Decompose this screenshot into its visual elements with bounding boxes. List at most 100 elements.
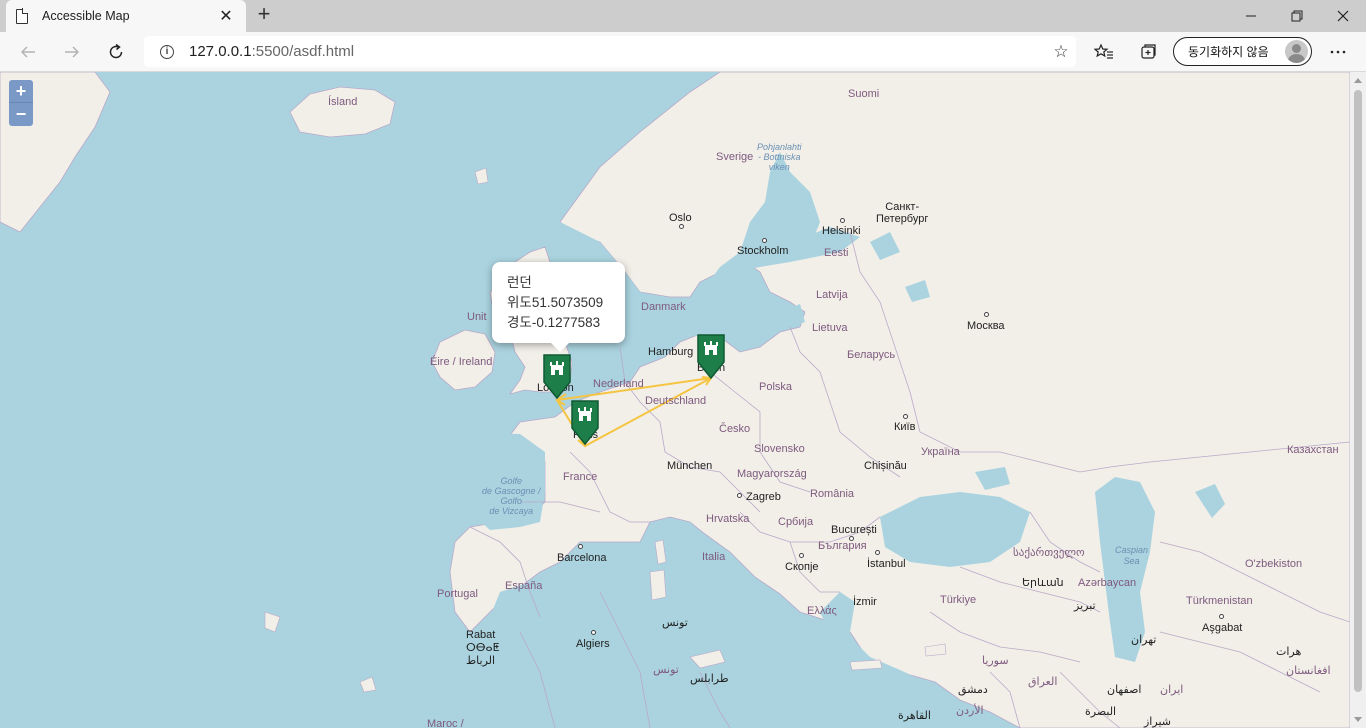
- label-rabat: Rabat ⵔⴱⴰⵟ الرباط: [466, 629, 500, 667]
- label-romania: România: [810, 488, 855, 500]
- city-dot: [591, 630, 596, 635]
- scrollbar-thumb[interactable]: [1354, 90, 1362, 692]
- back-arrow-icon: [20, 46, 35, 58]
- label-caspian: Caspian Sea: [1115, 545, 1149, 566]
- label-sverige: Sverige: [716, 151, 754, 163]
- vertical-scrollbar[interactable]: [1350, 72, 1366, 728]
- label-munchen: München: [667, 460, 713, 472]
- label-tunis2: تونس: [653, 664, 679, 676]
- city-dot: [762, 238, 767, 243]
- minimize-icon: [1246, 15, 1256, 17]
- new-tab-button[interactable]: +: [252, 3, 276, 27]
- label-maroc: Maroc /: [427, 718, 464, 728]
- city-dot: [840, 218, 845, 223]
- restore-button[interactable]: [1274, 0, 1320, 32]
- page-icon: [16, 8, 29, 24]
- label-magyar: Magyarország: [737, 468, 807, 480]
- url-host: 127.0.0.1: [189, 43, 252, 60]
- tab-close-icon[interactable]: ✕: [216, 6, 236, 26]
- label-srbija: Србија: [778, 516, 814, 528]
- label-algiers: Algiers: [576, 638, 610, 650]
- scroll-down-arrow-icon[interactable]: [1354, 717, 1362, 722]
- avatar: [1285, 40, 1308, 63]
- label-istanbul: İstanbul: [867, 558, 906, 570]
- label-tripoli: طرابلس: [690, 673, 729, 685]
- collections-icon: [1141, 44, 1156, 59]
- city-dot: [679, 224, 684, 229]
- scroll-up-arrow-icon[interactable]: [1354, 78, 1362, 83]
- collections-button[interactable]: [1132, 36, 1164, 68]
- label-cairo: القاهرة: [898, 710, 931, 722]
- label-lietuva: Lietuva: [812, 322, 848, 334]
- favorite-star-icon[interactable]: ☆: [1046, 42, 1076, 62]
- url-text[interactable]: 127.0.0.1:5500/asdf.html: [189, 43, 1046, 60]
- label-azerbaycan: Azərbaycan: [1078, 577, 1137, 589]
- popup-place-name: 런던: [507, 275, 532, 290]
- city-dot: [1219, 614, 1224, 619]
- label-oslo: Oslo: [669, 212, 692, 224]
- favorites-list-icon: [1094, 43, 1113, 59]
- label-stockholm: Stockholm: [737, 245, 789, 257]
- label-deutschland: Deutschland: [645, 395, 707, 407]
- marker-berlin[interactable]: [695, 332, 727, 382]
- label-iran: ایران: [1160, 684, 1184, 696]
- label-herat: هرات: [1276, 646, 1302, 658]
- settings-more-button[interactable]: [1322, 36, 1354, 68]
- tab-strip: Accessible Map ✕ +: [0, 0, 1366, 32]
- label-hrvatska: Hrvatska: [706, 513, 750, 525]
- label-eesti: Eesti: [824, 247, 849, 259]
- label-barcelona: Barcelona: [557, 552, 607, 564]
- profile-sync-button[interactable]: 동기화하지 않음: [1173, 37, 1312, 66]
- popup-latitude: 위도51.5073509: [507, 295, 604, 310]
- label-golfe: Golfe de Gascogne / Golfo de Vizcaya: [482, 476, 541, 516]
- city-dot: [578, 544, 583, 549]
- label-tehran: تهران: [1131, 634, 1157, 646]
- label-belarus: Беларусь: [847, 349, 896, 361]
- marker-london[interactable]: [541, 352, 573, 402]
- window-close-button[interactable]: [1320, 0, 1366, 32]
- label-island: Ísland: [328, 96, 358, 108]
- label-eire: Éire / Ireland: [430, 356, 493, 368]
- label-bulgaria: България: [818, 540, 867, 552]
- label-portugal: Portugal: [437, 588, 478, 600]
- label-skopje: Скопје: [785, 561, 819, 573]
- label-latvija: Latvija: [816, 289, 848, 301]
- label-spb: Санкт- Петербург: [876, 201, 929, 225]
- label-danmark: Danmark: [641, 301, 686, 313]
- forward-button[interactable]: [56, 36, 88, 68]
- label-helsinki: Helsinki: [822, 225, 861, 237]
- refresh-icon: [109, 43, 123, 59]
- refresh-button[interactable]: [100, 36, 132, 68]
- label-iraq: العراق: [1028, 676, 1058, 688]
- label-esfahan: اصفهان: [1107, 684, 1142, 696]
- label-slovensko: Slovensko: [754, 443, 805, 455]
- label-france: France: [563, 471, 598, 483]
- label-espana: España: [505, 580, 543, 592]
- label-alquds: الأردن: [956, 705, 984, 717]
- site-info-icon[interactable]: i: [160, 44, 174, 59]
- label-shiraz: شیراز: [1144, 716, 1171, 728]
- more-dots-icon: [1330, 50, 1346, 54]
- label-ashgabat: Aşgabat: [1202, 622, 1243, 634]
- label-ukraina: Україна: [921, 446, 960, 458]
- label-italia: Italia: [702, 551, 726, 563]
- label-tunis: تونس: [662, 617, 688, 629]
- city-dot: [875, 550, 880, 555]
- marker-popup: 런던 위도51.5073509 경도-0.1277583: [492, 262, 625, 352]
- marker-paris[interactable]: [569, 398, 601, 448]
- zoom-out-button[interactable]: −: [9, 103, 33, 126]
- label-bucuresti: București: [831, 524, 877, 536]
- label-united: Unit: [467, 311, 487, 323]
- label-kazakhstan: Казахстан: [1287, 444, 1339, 456]
- address-bar[interactable]: i 127.0.0.1:5500/asdf.html ☆: [144, 36, 1076, 67]
- tab-accessible-map[interactable]: Accessible Map ✕: [6, 0, 246, 32]
- label-tbriz: تبریز: [1074, 600, 1096, 612]
- zoom-in-button[interactable]: +: [9, 80, 33, 103]
- back-button[interactable]: [12, 36, 44, 68]
- restore-icon: [1291, 10, 1303, 22]
- map-canvas[interactable]: Ísland Suomi Sverige Pohjanlahti - Bottn…: [0, 72, 1350, 728]
- minimize-button[interactable]: [1228, 0, 1274, 32]
- favorites-button[interactable]: [1088, 36, 1120, 68]
- label-kyiv: Київ: [894, 421, 916, 433]
- label-turkiye: Türkiye: [940, 594, 977, 606]
